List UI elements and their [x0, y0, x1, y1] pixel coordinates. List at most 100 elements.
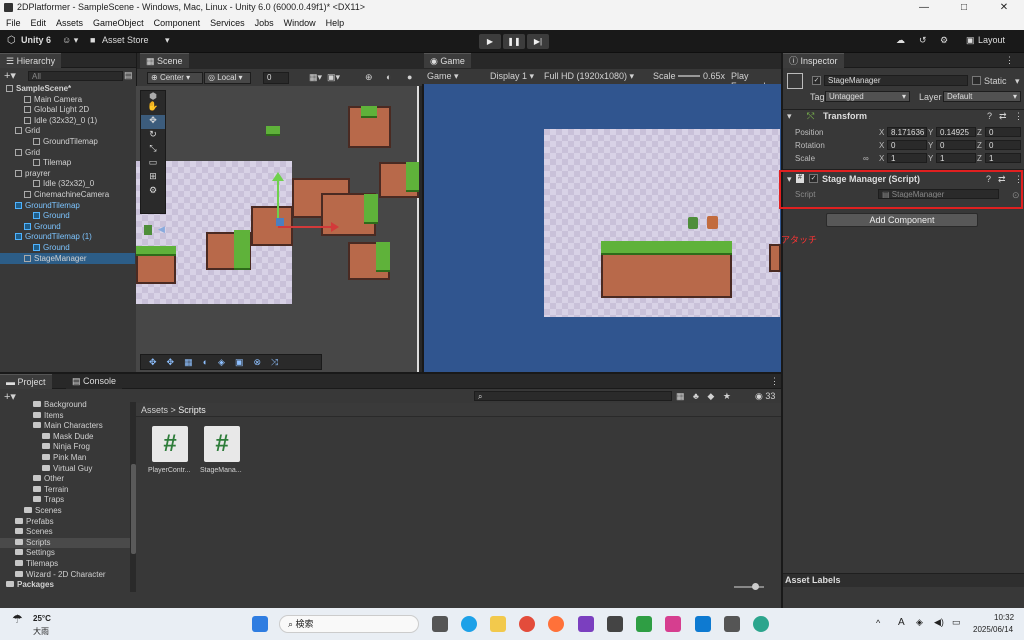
hierarchy-item[interactable]: Grid: [0, 125, 40, 136]
project-tree-item[interactable]: Wizard - 2D Character: [0, 570, 130, 580]
hierarchy-item[interactable]: Idle (32x32)_0 (1): [0, 115, 97, 126]
browser-icon[interactable]: [753, 616, 769, 632]
custom-tool-icon[interactable]: ⚙: [141, 185, 165, 199]
start-icon[interactable]: [252, 616, 268, 632]
chevron-down-icon[interactable]: ▾: [1015, 76, 1020, 87]
pivot-dropdown[interactable]: ⊕ Center ▾: [147, 72, 203, 84]
file-name[interactable]: StageMana...: [200, 467, 242, 474]
move-gizmo-x-axis[interactable]: [278, 226, 333, 228]
layer-dropdown[interactable]: Default ▾: [943, 91, 1021, 102]
unity-editor-icon[interactable]: [724, 616, 740, 632]
tab-game[interactable]: ◉ Game: [424, 53, 471, 68]
maximize-button[interactable]: □: [944, 0, 984, 15]
menu-file[interactable]: File: [6, 18, 21, 28]
breadcrumb-assets[interactable]: Assets: [141, 405, 168, 415]
gizmo-center[interactable]: [276, 218, 284, 226]
component-expand-icon[interactable]: ▾: [787, 174, 792, 185]
csharp-script-icon[interactable]: #: [204, 426, 240, 462]
hierarchy-item[interactable]: Main Camera: [0, 94, 82, 105]
project-tree-item[interactable]: Items: [0, 411, 130, 421]
rotation-y-field[interactable]: 0: [936, 140, 976, 150]
ime-indicator[interactable]: A: [898, 617, 905, 628]
rotation-z-field[interactable]: 0: [985, 140, 1021, 150]
project-tree-item[interactable]: Ninja Frog: [0, 442, 130, 452]
hand-icon[interactable]: ✋: [141, 101, 165, 115]
tab-scene[interactable]: ▦ Scene: [140, 53, 189, 68]
hierarchy-item[interactable]: GroundTilemap: [0, 136, 98, 147]
display-dropdown[interactable]: Display 1 ▾: [490, 71, 534, 82]
view-tool-icon[interactable]: ⬢: [141, 91, 165, 101]
grid-icon[interactable]: ▦▾: [309, 72, 322, 83]
more-options-icon[interactable]: ⋮: [770, 376, 779, 387]
project-tree-item[interactable]: Tilemaps: [0, 559, 130, 569]
volume-icon[interactable]: ◀): [934, 617, 944, 628]
rotation-x-field[interactable]: 0: [887, 140, 927, 150]
xbox-icon[interactable]: [636, 616, 652, 632]
transform-expand-icon[interactable]: ▾: [787, 111, 792, 122]
position-x-field[interactable]: 8.171636: [887, 127, 927, 137]
hierarchy-search-input[interactable]: All: [28, 71, 123, 81]
taskbar-search[interactable]: ⌕ 検索: [279, 615, 419, 633]
project-tree-item[interactable]: Settings: [0, 548, 130, 558]
hierarchy-item[interactable]: Idle (32x32)_0: [0, 178, 94, 189]
resolution-dropdown[interactable]: Full HD (1920x1080) ▾: [544, 71, 634, 82]
breadcrumb-scripts[interactable]: Scripts: [178, 405, 206, 415]
filter-icons[interactable]: ▦ ♣ ◆ ★: [676, 391, 734, 402]
tilemap-overlay-toolbar[interactable]: ✥✥▦◐◈▣⊗⤨: [140, 354, 322, 370]
scale-z-field[interactable]: 1: [985, 153, 1021, 163]
project-tree-item[interactable]: Terrain: [0, 485, 130, 495]
copilot-icon[interactable]: [665, 616, 681, 632]
menu-jobs[interactable]: Jobs: [255, 18, 274, 28]
gear-icon[interactable]: ⚙: [940, 35, 948, 46]
scene-viewport[interactable]: ◀ ⬢ ✋ ✥ ↻ ⤡ ▭ ⊞ ⚙ ✥✥▦◐◈▣⊗⤨: [136, 86, 419, 372]
tab-project[interactable]: ▬ Project: [0, 374, 52, 389]
visual-studio-icon[interactable]: [578, 616, 594, 632]
project-tree-item[interactable]: Packages: [0, 580, 130, 590]
project-tree-item[interactable]: Pink Man: [0, 453, 130, 463]
gizmo-icon[interactable]: ⊕: [365, 72, 373, 83]
project-tree-item[interactable]: Mask Dude: [0, 432, 130, 442]
play-button[interactable]: ▶: [479, 34, 501, 49]
vscode-icon[interactable]: [695, 616, 711, 632]
more-options-icon[interactable]: ⋮: [1014, 174, 1023, 185]
minimize-button[interactable]: —: [904, 0, 944, 15]
shading-icon[interactable]: ◐: [386, 72, 391, 82]
hierarchy-item[interactable]: SampleScene*: [0, 83, 71, 94]
hierarchy-item[interactable]: Ground: [0, 242, 70, 253]
hierarchy-item[interactable]: prayrer: [0, 168, 50, 179]
menu-edit[interactable]: Edit: [31, 18, 47, 28]
project-tree-item[interactable]: Scenes: [0, 527, 130, 537]
task-view-icon[interactable]: [432, 616, 448, 632]
hierarchy-item[interactable]: Global Light 2D: [0, 104, 89, 115]
menu-services[interactable]: Services: [210, 18, 245, 28]
transform-tool-icon[interactable]: ⊞: [141, 171, 165, 185]
account-button[interactable]: Unity 6: [21, 35, 51, 45]
hierarchy-item[interactable]: Ground: [0, 221, 61, 232]
more-options-icon[interactable]: ⋮: [1014, 111, 1023, 122]
rect-tool-icon[interactable]: ▭: [141, 157, 165, 171]
hierarchy-item[interactable]: GroundTilemap (1): [0, 231, 92, 242]
space-dropdown[interactable]: ◎ Local ▾: [204, 72, 251, 84]
hierarchy-item[interactable]: Tilemap: [0, 157, 71, 168]
tab-inspector[interactable]: ⓘ Inspector: [783, 53, 844, 68]
asset-store-button[interactable]: Asset Store: [102, 35, 149, 45]
layout-dropdown[interactable]: Layout: [978, 35, 1005, 45]
menu-help[interactable]: Help: [326, 18, 345, 28]
move-tool-icon[interactable]: ✥: [141, 115, 165, 129]
weather-label[interactable]: 大雨: [33, 626, 49, 637]
scale-tool-icon[interactable]: ⤡: [141, 143, 165, 157]
menu-window[interactable]: Window: [284, 18, 316, 28]
tag-dropdown[interactable]: Untagged ▾: [825, 91, 910, 102]
more-options-icon[interactable]: ⋮: [1005, 55, 1014, 66]
object-picker-icon[interactable]: ⊙: [1012, 190, 1020, 201]
position-y-field[interactable]: 0.14925: [936, 127, 976, 137]
preset-icon[interactable]: ⇄: [998, 174, 1006, 185]
history-icon[interactable]: ↺: [919, 35, 927, 46]
edge-icon[interactable]: [461, 616, 477, 632]
project-tree-item[interactable]: Traps: [0, 495, 130, 505]
active-checkbox[interactable]: ✓: [812, 76, 821, 85]
static-checkbox[interactable]: [972, 76, 981, 85]
render-icon[interactable]: ●: [407, 72, 412, 82]
icon-size-slider[interactable]: [734, 586, 764, 588]
scale-y-field[interactable]: 1: [936, 153, 976, 163]
